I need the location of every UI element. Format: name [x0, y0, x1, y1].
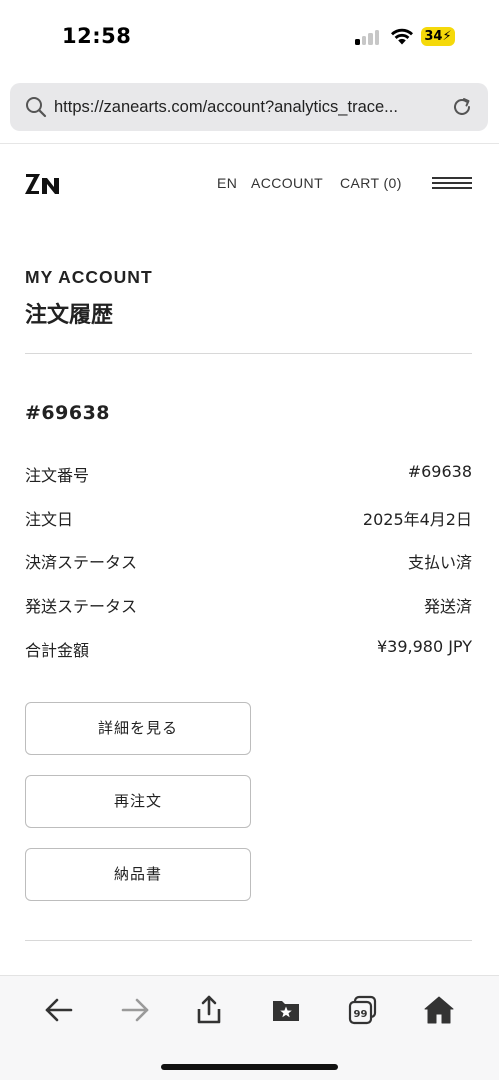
order-row-value: ¥39,980 JPY — [376, 637, 472, 656]
order-row-number: 注文番号 #69638 — [25, 462, 472, 486]
page-eyebrow: MY ACCOUNT — [25, 267, 153, 287]
forward-arrow-icon[interactable] — [119, 994, 151, 1026]
cellular-signal-icon — [355, 29, 382, 45]
nav-cart[interactable]: CART (0) — [340, 175, 402, 191]
order-row-shipping-status: 発送ステータス 発送済 — [25, 593, 472, 617]
wifi-icon — [391, 28, 413, 45]
order-row-total: 合計金額 ¥39,980 JPY — [25, 637, 472, 661]
share-icon[interactable] — [193, 994, 225, 1026]
zn-logo-icon[interactable] — [25, 172, 61, 196]
address-bar[interactable]: https://zanearts.com/account?analytics_t… — [10, 83, 488, 131]
url-text[interactable]: https://zanearts.com/account?analytics_t… — [54, 83, 449, 131]
charging-bolt-icon: ⚡ — [442, 29, 452, 44]
order-row-value: 支払い済 — [407, 553, 472, 572]
status-bar: 12:58 34⚡ — [0, 0, 499, 72]
order-row-label: 注文番号 — [25, 466, 90, 485]
reload-icon[interactable] — [451, 96, 473, 118]
order-row-value: #69638 — [407, 462, 472, 481]
tabs-count: 99 — [354, 1009, 368, 1020]
page-title: 注文履歴 — [25, 303, 114, 328]
order-heading: #69638 — [25, 402, 111, 424]
section-divider — [25, 353, 472, 354]
home-indicator — [161, 1064, 338, 1070]
home-icon[interactable] — [423, 994, 455, 1026]
view-details-button[interactable]: 詳細を見る — [25, 702, 251, 755]
battery-indicator: 34⚡ — [421, 27, 455, 46]
section-divider — [25, 940, 472, 941]
browser-toolbar: 99 — [0, 975, 499, 1080]
order-row-label: 決済ステータス — [25, 553, 138, 572]
bookmarks-folder-icon[interactable] — [270, 994, 302, 1026]
status-time: 12:58 — [62, 24, 132, 48]
invoice-button[interactable]: 納品書 — [25, 848, 251, 901]
order-row-value: 2025年4月2日 — [362, 510, 472, 529]
nav-account[interactable]: ACCOUNT — [251, 175, 323, 191]
order-row-label: 合計金額 — [25, 641, 90, 660]
hamburger-menu-icon[interactable] — [432, 177, 472, 189]
order-row-date: 注文日 2025年4月2日 — [25, 506, 472, 530]
reorder-button[interactable]: 再注文 — [25, 775, 251, 828]
back-arrow-icon[interactable] — [43, 994, 75, 1026]
tabs-icon[interactable]: 99 — [347, 994, 379, 1026]
order-row-value: 発送済 — [423, 597, 472, 616]
nav-language[interactable]: EN — [217, 175, 237, 191]
search-icon — [26, 97, 47, 118]
order-row-payment-status: 決済ステータス 支払い済 — [25, 549, 472, 573]
order-row-label: 発送ステータス — [25, 597, 138, 616]
order-row-label: 注文日 — [25, 510, 74, 529]
browser-chrome-divider — [0, 143, 499, 144]
